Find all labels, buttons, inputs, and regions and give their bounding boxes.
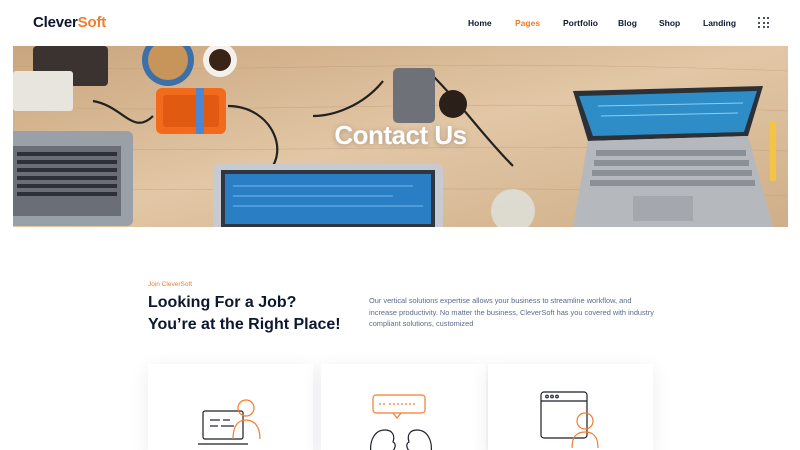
remote-worker-icon: [198, 399, 261, 445]
feature-card-browser[interactable]: [488, 364, 653, 450]
section-eyebrow: Join CleverSoft: [148, 281, 193, 288]
feature-card-conversation[interactable]: [321, 364, 486, 450]
main-nav: Home Pages Portfolio Blog Shop Landing: [0, 18, 800, 30]
nav-item-home[interactable]: Home: [468, 18, 492, 28]
hero-banner: Contact Us: [13, 46, 788, 227]
site-header: CleverSoft Home Pages Portfolio Blog Sho…: [0, 0, 800, 46]
section-description: Our vertical solutions expertise allows …: [369, 296, 654, 328]
heading-line-1: Looking For a Job?: [148, 294, 297, 311]
nav-item-shop[interactable]: Shop: [659, 18, 680, 28]
nav-item-blog[interactable]: Blog: [618, 18, 637, 28]
browser-user-icon: [540, 391, 599, 449]
heading-line-2: You’re at the Right Place!: [148, 316, 341, 333]
nav-item-portfolio[interactable]: Portfolio: [563, 18, 598, 28]
feature-card-remote[interactable]: [148, 364, 313, 450]
conversation-icon: [370, 394, 432, 450]
section-heading: Looking For a Job? You’re at the Right P…: [148, 292, 368, 336]
nav-item-pages[interactable]: Pages: [515, 18, 540, 28]
grid-dots-icon[interactable]: [758, 17, 769, 28]
nav-item-landing[interactable]: Landing: [703, 18, 736, 28]
hero-title: Contact Us: [334, 120, 467, 150]
